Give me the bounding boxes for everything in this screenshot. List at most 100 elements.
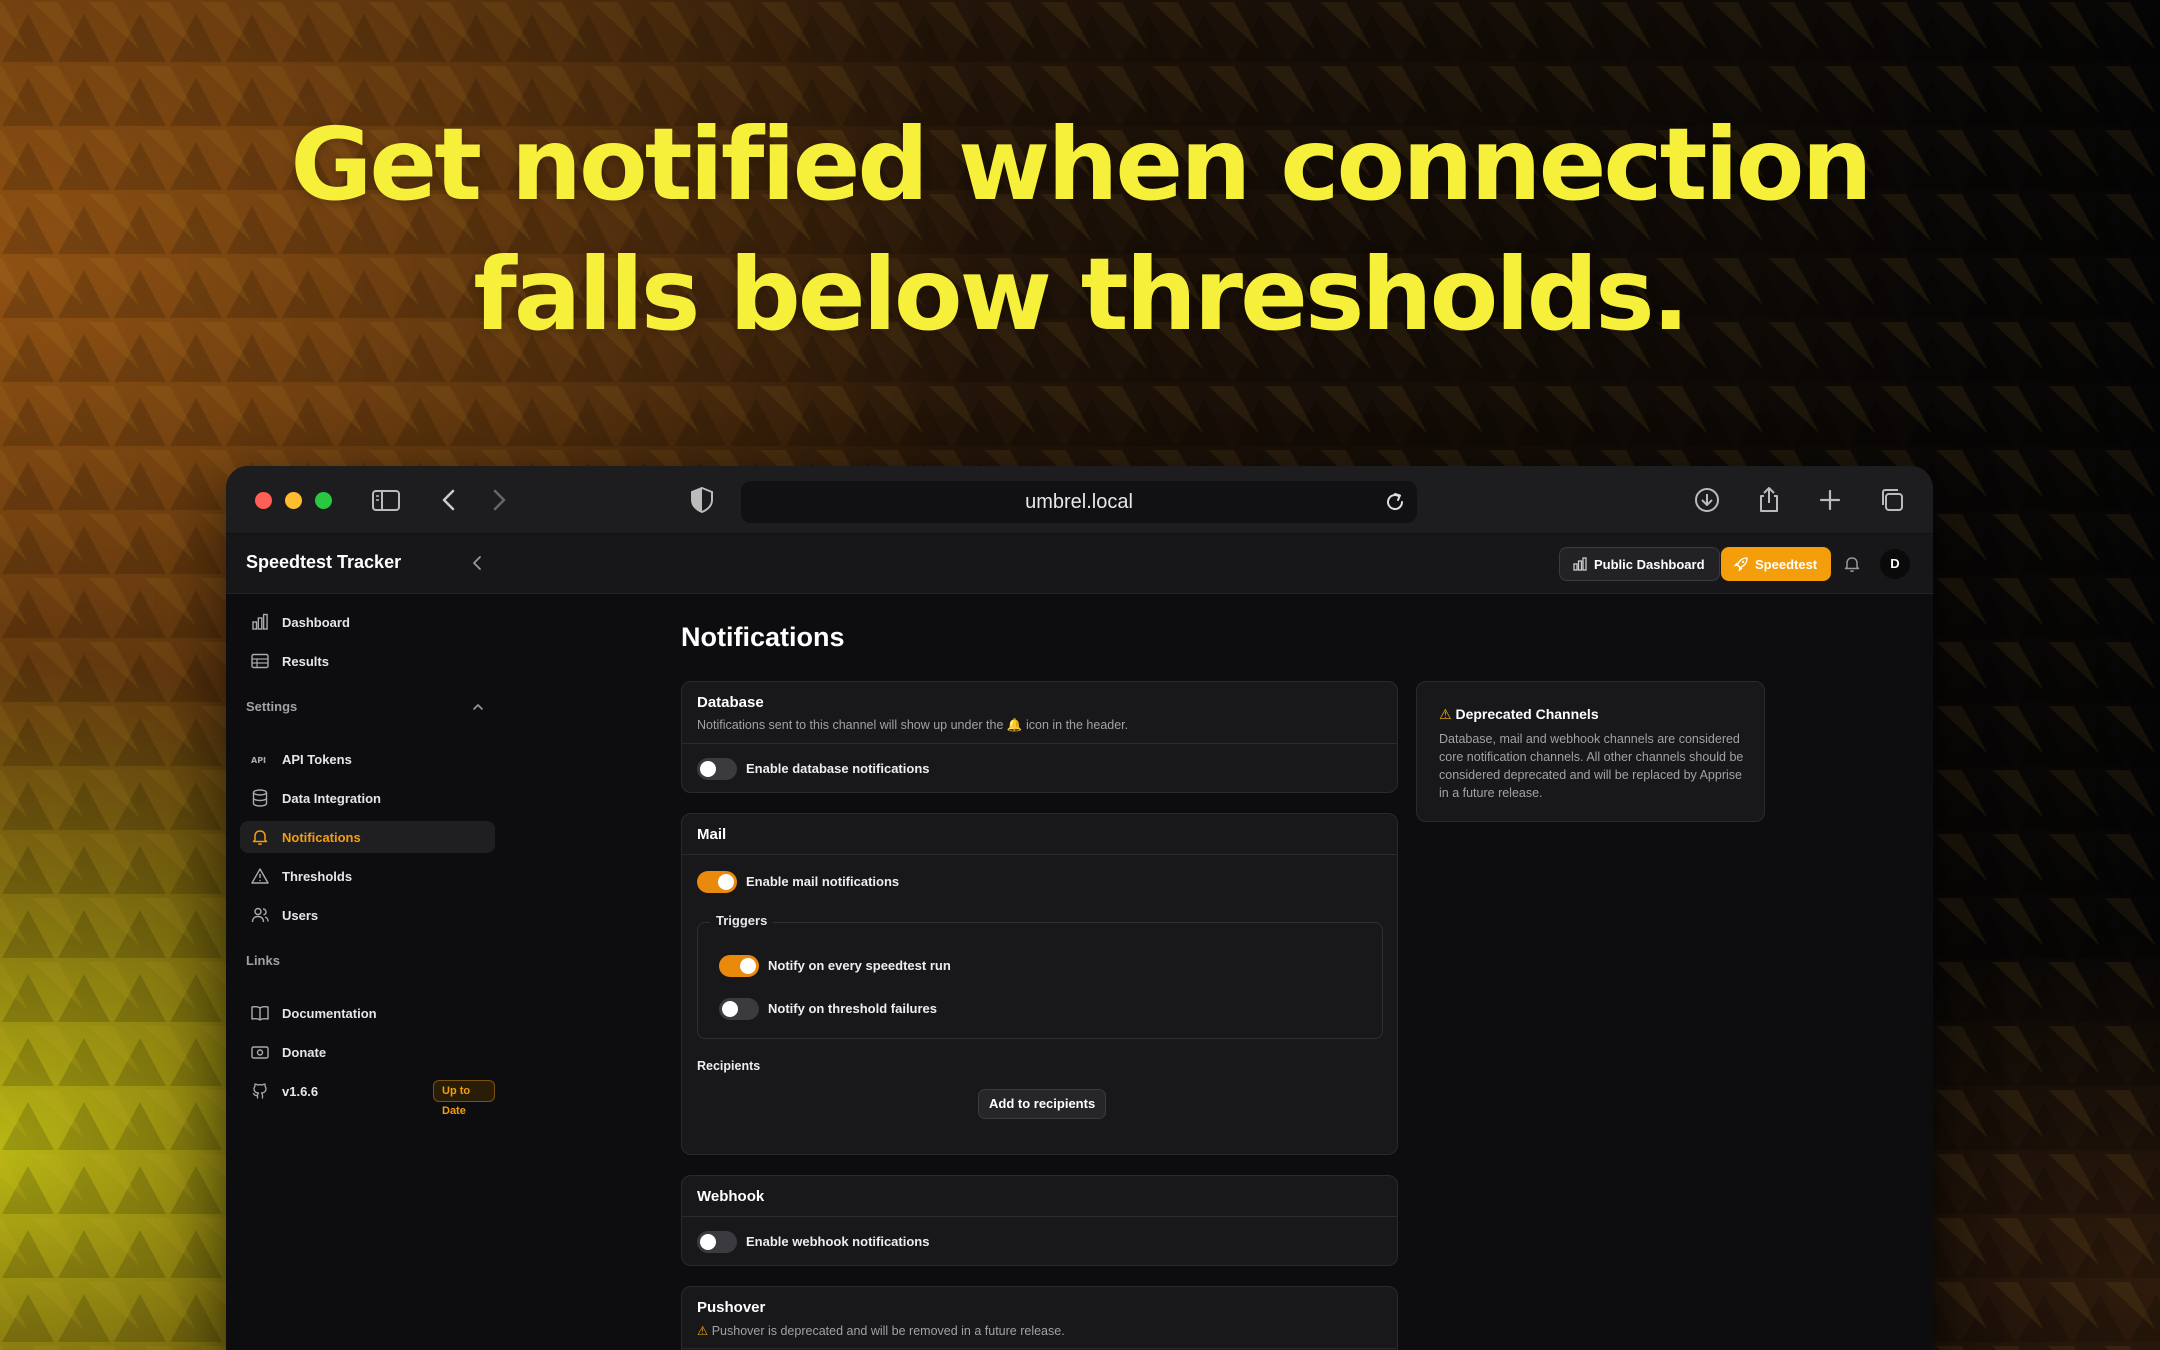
zoom-window-button[interactable] [315, 492, 332, 509]
bell-icon: 🔔 [1006, 718, 1023, 732]
minimize-window-button[interactable] [285, 492, 302, 509]
rocket-icon [1733, 557, 1748, 572]
browser-toolbar: umbrel.local [226, 466, 1933, 534]
sidebar-item-data-integration[interactable]: Data Integration [240, 782, 495, 814]
book-icon [251, 1006, 269, 1021]
reload-icon[interactable] [1383, 490, 1407, 514]
add-recipients-button[interactable]: Add to recipients [978, 1089, 1107, 1119]
sidebar-item-donate[interactable]: Donate [240, 1036, 495, 1068]
database-notifications-toggle[interactable] [697, 758, 737, 780]
download-icon[interactable] [1691, 484, 1723, 516]
database-icon [252, 789, 268, 807]
mail-title: Mail [697, 826, 727, 843]
page-title: Notifications [681, 622, 845, 652]
webhook-card: Webhook Enable webhook notifications [681, 1175, 1398, 1266]
chevron-up-icon[interactable] [471, 700, 485, 714]
headline-line-2: falls below thresholds. [473, 236, 1689, 353]
sidebar-item-label: Notifications [282, 829, 361, 845]
notify-threshold-failures-label: Notify on threshold failures [768, 1001, 938, 1016]
mail-notifications-toggle[interactable] [697, 871, 737, 893]
pushover-warning-text: Pushover is deprecated and will be remov… [711, 1324, 1065, 1338]
divider [682, 1216, 1397, 1217]
share-icon[interactable] [1753, 484, 1785, 516]
sidebar-item-users[interactable]: Users [240, 899, 495, 931]
pushover-title: Pushover [697, 1299, 766, 1316]
table-icon [251, 653, 269, 669]
app-brand[interactable]: Speedtest Tracker [246, 552, 401, 573]
tabs-icon[interactable] [1876, 484, 1908, 516]
sidebar-icon[interactable] [370, 484, 402, 516]
api-icon: API [251, 756, 266, 765]
sidebar-item-label: Thresholds [282, 868, 353, 884]
app-header: Speedtest Tracker Public Dashboard Speed… [226, 534, 1933, 594]
notify-every-run-toggle[interactable] [719, 955, 759, 977]
settings-group-label[interactable]: Settings [246, 699, 297, 714]
money-icon [251, 1046, 269, 1059]
svg-text:API: API [251, 756, 266, 765]
sidebar-item-label: Dashboard [282, 614, 350, 630]
recipients-label: Recipients [697, 1059, 761, 1073]
deprecated-channels-title: ⚠ Deprecated Channels [1439, 706, 1599, 723]
speedtest-button[interactable]: Speedtest [1721, 547, 1832, 581]
new-tab-icon[interactable] [1814, 484, 1846, 516]
sidebar-item-notifications[interactable]: Notifications [240, 821, 495, 853]
divider [682, 854, 1397, 855]
headline: Get notified when connection falls below… [0, 100, 2160, 360]
triggers-fieldset: Triggers Notify on every speedtest run N… [697, 913, 1383, 1039]
avatar[interactable]: D [1880, 549, 1910, 579]
close-window-button[interactable] [255, 492, 272, 509]
warning-icon [251, 868, 269, 884]
sidebar-item-dashboard[interactable]: Dashboard [240, 606, 495, 638]
deprecated-channels-body: Database, mail and webhook channels are … [1439, 732, 1744, 800]
divider [682, 743, 1397, 744]
sidebar-item-version[interactable]: v1.6.6 Up to Date [240, 1075, 495, 1117]
database-title: Database [697, 694, 764, 711]
sidebar-item-label: Data Integration [282, 790, 381, 806]
database-subtitle-pre: Notifications sent to this channel will … [697, 718, 1004, 732]
sidebar-item-thresholds[interactable]: Thresholds [240, 860, 495, 892]
sidebar-item-label: v1.6.6 [282, 1083, 319, 1099]
url-text: umbrel.local [1025, 491, 1133, 513]
notify-every-run-label: Notify on every speedtest run [768, 958, 951, 973]
warning-icon: ⚠ [697, 1324, 709, 1338]
bell-icon[interactable] [1842, 554, 1862, 574]
bell-icon [252, 830, 268, 845]
headline-line-1: Get notified when connection [290, 106, 1872, 223]
address-bar[interactable]: umbrel.local [741, 481, 1417, 523]
pushover-warning: ⚠ Pushover is deprecated and will be rem… [697, 1323, 1065, 1338]
github-icon [252, 1083, 267, 1099]
links-group-label: Links [246, 953, 280, 968]
triggers-legend: Triggers [710, 913, 774, 928]
sidebar-item-label: Documentation [282, 1005, 377, 1021]
sidebar-item-api-tokens[interactable]: API API Tokens [240, 743, 495, 775]
webhook-notifications-toggle[interactable] [697, 1231, 737, 1253]
notify-threshold-failures-toggle[interactable] [719, 998, 759, 1020]
bar-chart-icon [252, 613, 268, 630]
webhook-title: Webhook [697, 1188, 765, 1205]
public-dashboard-button[interactable]: Public Dashboard [1559, 547, 1720, 581]
sidebar: Dashboard Results Settings API API Token… [226, 595, 506, 1350]
divider [682, 1348, 1397, 1349]
forward-icon[interactable] [482, 484, 514, 516]
shield-icon[interactable] [686, 484, 718, 516]
database-subtitle: Notifications sent to this channel will … [697, 718, 1128, 733]
deprecated-channels-title-text: Deprecated Channels [1455, 706, 1599, 722]
back-icon[interactable] [434, 484, 466, 516]
webhook-notifications-label: Enable webhook notifications [746, 1234, 930, 1249]
bar-chart-icon [1573, 557, 1587, 571]
speedtest-label: Speedtest [1755, 556, 1818, 572]
browser-window: umbrel.local Speedtest Tracker Public Da… [226, 466, 1933, 1350]
warning-icon: ⚠ [1439, 706, 1452, 722]
database-notifications-label: Enable database notifications [746, 761, 930, 776]
users-icon [251, 907, 269, 923]
deprecated-channels-card: ⚠ Deprecated Channels Database, mail and… [1416, 681, 1765, 822]
collapse-sidebar-icon[interactable] [467, 552, 489, 574]
mail-card: Mail Enable mail notifications Triggers … [681, 813, 1398, 1155]
sidebar-item-label: Users [282, 907, 319, 923]
sidebar-item-results[interactable]: Results [240, 645, 495, 677]
database-card: Database Notifications sent to this chan… [681, 681, 1398, 793]
sidebar-item-label: Results [282, 653, 329, 669]
pushover-card: Pushover ⚠ Pushover is deprecated and wi… [681, 1286, 1398, 1350]
sidebar-item-label: Donate [282, 1044, 327, 1060]
sidebar-item-documentation[interactable]: Documentation [240, 997, 495, 1029]
